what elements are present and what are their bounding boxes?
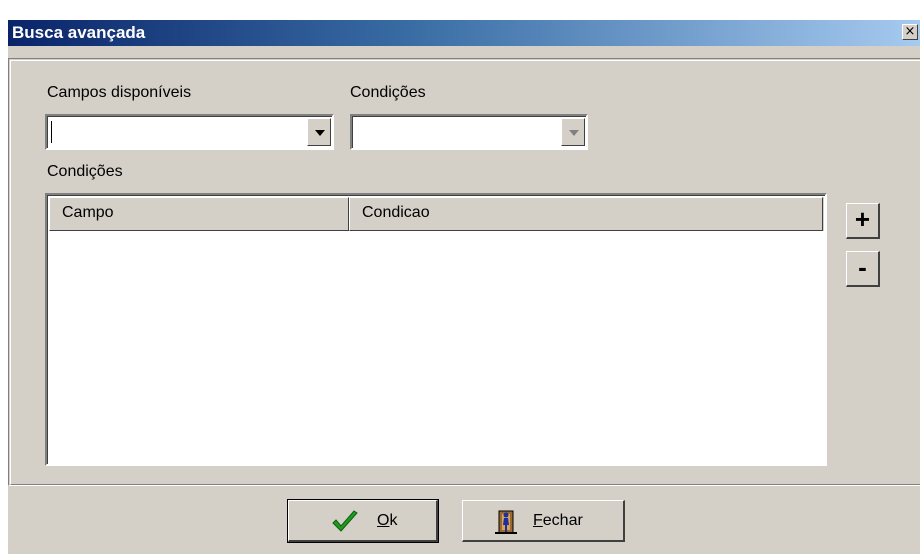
close-label-rest: echar — [542, 512, 583, 529]
minus-icon: - — [858, 252, 867, 282]
title-bar[interactable]: Busca avançada × — [8, 20, 920, 46]
available-fields-dropdown-button[interactable] — [307, 118, 331, 146]
conditions-dropdown[interactable] — [350, 114, 588, 150]
window-title: Busca avançada — [12, 23, 146, 42]
close-window-button[interactable]: × — [902, 24, 918, 40]
column-header-condicao[interactable]: Condicao — [349, 197, 823, 231]
advanced-search-dialog: Busca avançada × Campos disponíveis Cond… — [0, 0, 920, 554]
available-fields-label: Campos disponíveis — [47, 84, 192, 101]
add-condition-button[interactable]: + — [846, 203, 880, 239]
chevron-down-icon — [569, 130, 579, 136]
column-header-campo[interactable]: Campo — [49, 197, 349, 231]
checkmark-icon — [332, 510, 358, 532]
chevron-down-icon — [315, 130, 325, 136]
conditions-dropdown-button[interactable] — [561, 118, 585, 146]
ok-button[interactable]: Ok — [287, 499, 439, 543]
conditions-field-label: Condições — [350, 84, 426, 101]
close-icon: × — [904, 24, 916, 39]
conditions-list[interactable]: Campo Condicao — [45, 193, 827, 466]
close-dialog-button[interactable]: Fechar — [462, 500, 625, 542]
plus-icon: + — [854, 204, 871, 234]
close-button-label: Fechar — [533, 512, 583, 530]
available-fields-dropdown[interactable] — [45, 114, 334, 150]
dropdown-bevel — [47, 116, 332, 148]
background-strip — [0, 0, 920, 20]
ok-button-label: Ok — [377, 512, 397, 530]
door-exit-icon — [495, 510, 517, 534]
ok-label-rest: k — [389, 512, 398, 529]
conditions-list-label: Condições — [47, 163, 123, 180]
text-caret — [51, 121, 52, 143]
dropdown-bevel — [352, 116, 586, 148]
list-bevel: Campo Condicao — [47, 195, 825, 464]
list-header: Campo Condicao — [49, 197, 824, 231]
column-header-label: Campo — [62, 204, 114, 221]
remove-condition-button[interactable]: - — [846, 251, 880, 287]
close-accelerator: F — [533, 512, 543, 529]
ok-accelerator: O — [377, 512, 390, 529]
background-strip-left — [0, 20, 8, 554]
column-header-label: Condicao — [362, 204, 430, 221]
